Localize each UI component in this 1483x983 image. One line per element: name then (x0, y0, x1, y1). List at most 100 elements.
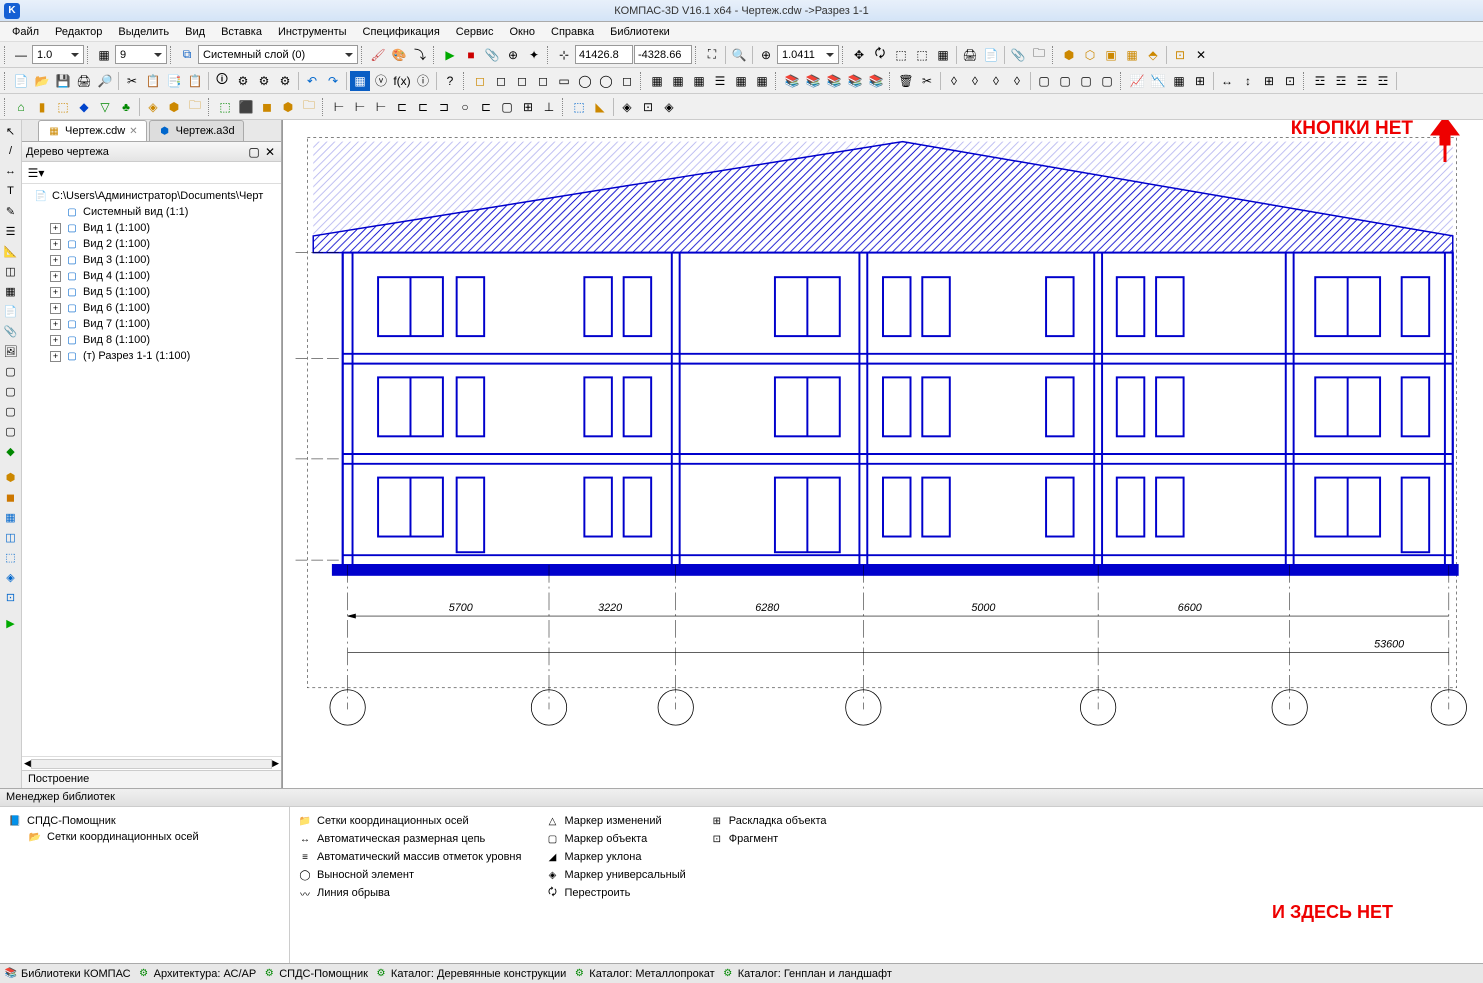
vt-dim-button[interactable]: ↔ (2, 162, 20, 180)
dim1-button[interactable]: ⊢ (329, 97, 349, 117)
cut-button[interactable]: ✂ (122, 71, 142, 91)
redo-button[interactable]: ↷ (323, 71, 343, 91)
copy2-button[interactable]: 📑 (164, 71, 184, 91)
menu-select[interactable]: Выделить (112, 24, 175, 40)
status-item[interactable]: ⚙СПДС-Помощник (262, 967, 368, 981)
tree-item[interactable]: ▢Системный вид (1:1) (26, 204, 277, 220)
ext3-button[interactable]: ⊞ (1259, 71, 1279, 91)
vt-cursor-button[interactable]: ↖ (2, 122, 20, 140)
vt-ex3-button[interactable]: ▦ (2, 508, 20, 526)
view3-button[interactable]: ▦ (933, 45, 953, 65)
lib-item[interactable]: ◈Маркер универсальный (543, 867, 687, 883)
hatch1-button[interactable]: ⬚ (569, 97, 589, 117)
print-button[interactable]: 🖨 (960, 45, 980, 65)
paste-button[interactable]: 📋 (185, 71, 205, 91)
table1-button[interactable]: ▦ (647, 71, 667, 91)
doc-tab-active[interactable]: ▦ Чертеж.cdw ✕ (38, 120, 147, 141)
vt-more3-button[interactable]: ▢ (2, 402, 20, 420)
tree-item[interactable]: +▢Вид 7 (1:100) (26, 316, 277, 332)
tree-item[interactable]: +▢Вид 1 (1:100) (26, 220, 277, 236)
vt-param-button[interactable]: ☰ (2, 222, 20, 240)
lib-item[interactable]: △Маркер изменений (543, 813, 687, 829)
view1-button[interactable]: ⬚ (891, 45, 911, 65)
table3-button[interactable]: ▦ (689, 71, 709, 91)
snap3-button[interactable]: ◊ (986, 71, 1006, 91)
trim-button[interactable]: ✂ (917, 71, 937, 91)
menu-tools[interactable]: Инструменты (272, 24, 353, 40)
ext2-button[interactable]: ↕ (1238, 71, 1258, 91)
zoom-in-button[interactable]: ⊕ (756, 45, 776, 65)
geo2-button[interactable]: ◻ (491, 71, 511, 91)
layer-button[interactable]: ▦ (94, 45, 114, 65)
building9-button[interactable]: 🗀 (185, 97, 205, 117)
ext6-button[interactable]: ☲ (1331, 71, 1351, 91)
grid-button[interactable]: ▦ (350, 71, 370, 91)
tree-expand-icon[interactable]: + (50, 223, 61, 234)
more4-button[interactable]: ▢ (1097, 71, 1117, 91)
ext4-button[interactable]: ⊡ (1280, 71, 1300, 91)
undo-button[interactable]: ↶ (302, 71, 322, 91)
dim4-button[interactable]: ⊏ (392, 97, 412, 117)
doc-tab-inactive[interactable]: ⬢ Чертеж.a3d (149, 120, 244, 141)
status-item[interactable]: ⚙Каталог: Деревянные конструкции (374, 967, 566, 981)
copy-button[interactable]: 📋 (143, 71, 163, 91)
lib-item[interactable]: ≡Автоматический массив отметок уровня (296, 849, 523, 865)
stop-button[interactable]: ■ (461, 45, 481, 65)
lib-item[interactable]: 📁Сетки координационных осей (296, 813, 523, 829)
view2-button[interactable]: ⬚ (912, 45, 932, 65)
vt-sel-button[interactable]: ◫ (2, 262, 20, 280)
table5-button[interactable]: ▦ (731, 71, 751, 91)
tree-item[interactable]: +▢Вид 6 (1:100) (26, 300, 277, 316)
props-button[interactable]: 🛈 (212, 71, 232, 91)
save-button[interactable]: 💾 (53, 71, 73, 91)
menu-libraries[interactable]: Библиотеки (604, 24, 676, 40)
snap4-button[interactable]: ◊ (1007, 71, 1027, 91)
dim3-button[interactable]: ⊢ (371, 97, 391, 117)
vt-report-button[interactable]: 📄 (2, 302, 20, 320)
geo3-button[interactable]: ◻ (512, 71, 532, 91)
status-item[interactable]: ⚙Каталог: Металлопрокат (572, 967, 714, 981)
coord-x-input[interactable] (575, 45, 633, 64)
solid5-button[interactable]: ⬘ (1143, 45, 1163, 65)
tree-collapse-icon[interactable]: ▢ (247, 145, 261, 159)
menu-editor[interactable]: Редактор (49, 24, 108, 40)
tree-root[interactable]: 📄 C:\Users\Администратор\Documents\Черт (26, 188, 277, 204)
solid6-button[interactable]: ⊡ (1170, 45, 1190, 65)
opt1-button[interactable]: ⚙ (233, 71, 253, 91)
vt-measure-button[interactable]: 📐 (2, 242, 20, 260)
geo7-button[interactable]: ◯ (596, 71, 616, 91)
tree-expand-icon[interactable]: + (50, 239, 61, 250)
lib-item[interactable]: ⊡Фрагмент (708, 831, 829, 847)
graph1-button[interactable]: 📈 (1127, 71, 1147, 91)
run-button[interactable]: ▶ (440, 45, 460, 65)
tree-expand-icon[interactable]: + (50, 303, 61, 314)
dim9-button[interactable]: ▢ (497, 97, 517, 117)
vars-button[interactable]: ⓥ (371, 71, 391, 91)
vt-text-button[interactable]: T (2, 182, 20, 200)
tree-item[interactable]: +▢Вид 5 (1:100) (26, 284, 277, 300)
rotate-button[interactable]: 🗘 (870, 45, 890, 65)
coord-button[interactable]: ⊹ (554, 45, 574, 65)
building7-button[interactable]: ◈ (143, 97, 163, 117)
geo5-button[interactable]: ▭ (554, 71, 574, 91)
vt-pic-button[interactable]: 🖼 (2, 342, 20, 360)
tree-item[interactable]: +▢Вид 2 (1:100) (26, 236, 277, 252)
building5-button[interactable]: ▽ (95, 97, 115, 117)
solid1-button[interactable]: ⬢ (1059, 45, 1079, 65)
vt-ex6-button[interactable]: ◈ (2, 568, 20, 586)
graph4-button[interactable]: ⊞ (1190, 71, 1210, 91)
tree-expand-icon[interactable]: + (50, 287, 61, 298)
lib1-button[interactable]: 📚 (782, 71, 802, 91)
tree-mode-button[interactable]: ☰▾ (26, 163, 46, 183)
fx-button[interactable]: f(x) (392, 71, 412, 91)
menu-help[interactable]: Справка (545, 24, 600, 40)
solid3-button[interactable]: ▣ (1101, 45, 1121, 65)
vt-ex5-button[interactable]: ⬚ (2, 548, 20, 566)
graph2-button[interactable]: 📉 (1148, 71, 1168, 91)
building3-button[interactable]: ⬚ (53, 97, 73, 117)
drawing-canvas[interactable]: 5700 3220 6280 5000 6600 53600 (282, 120, 1483, 788)
zoom-fit-button[interactable]: ⛶ (702, 45, 722, 65)
vt-ex1-button[interactable]: ⬢ (2, 468, 20, 486)
opt2-button[interactable]: ⚙ (254, 71, 274, 91)
vt-spec-button[interactable]: ▦ (2, 282, 20, 300)
